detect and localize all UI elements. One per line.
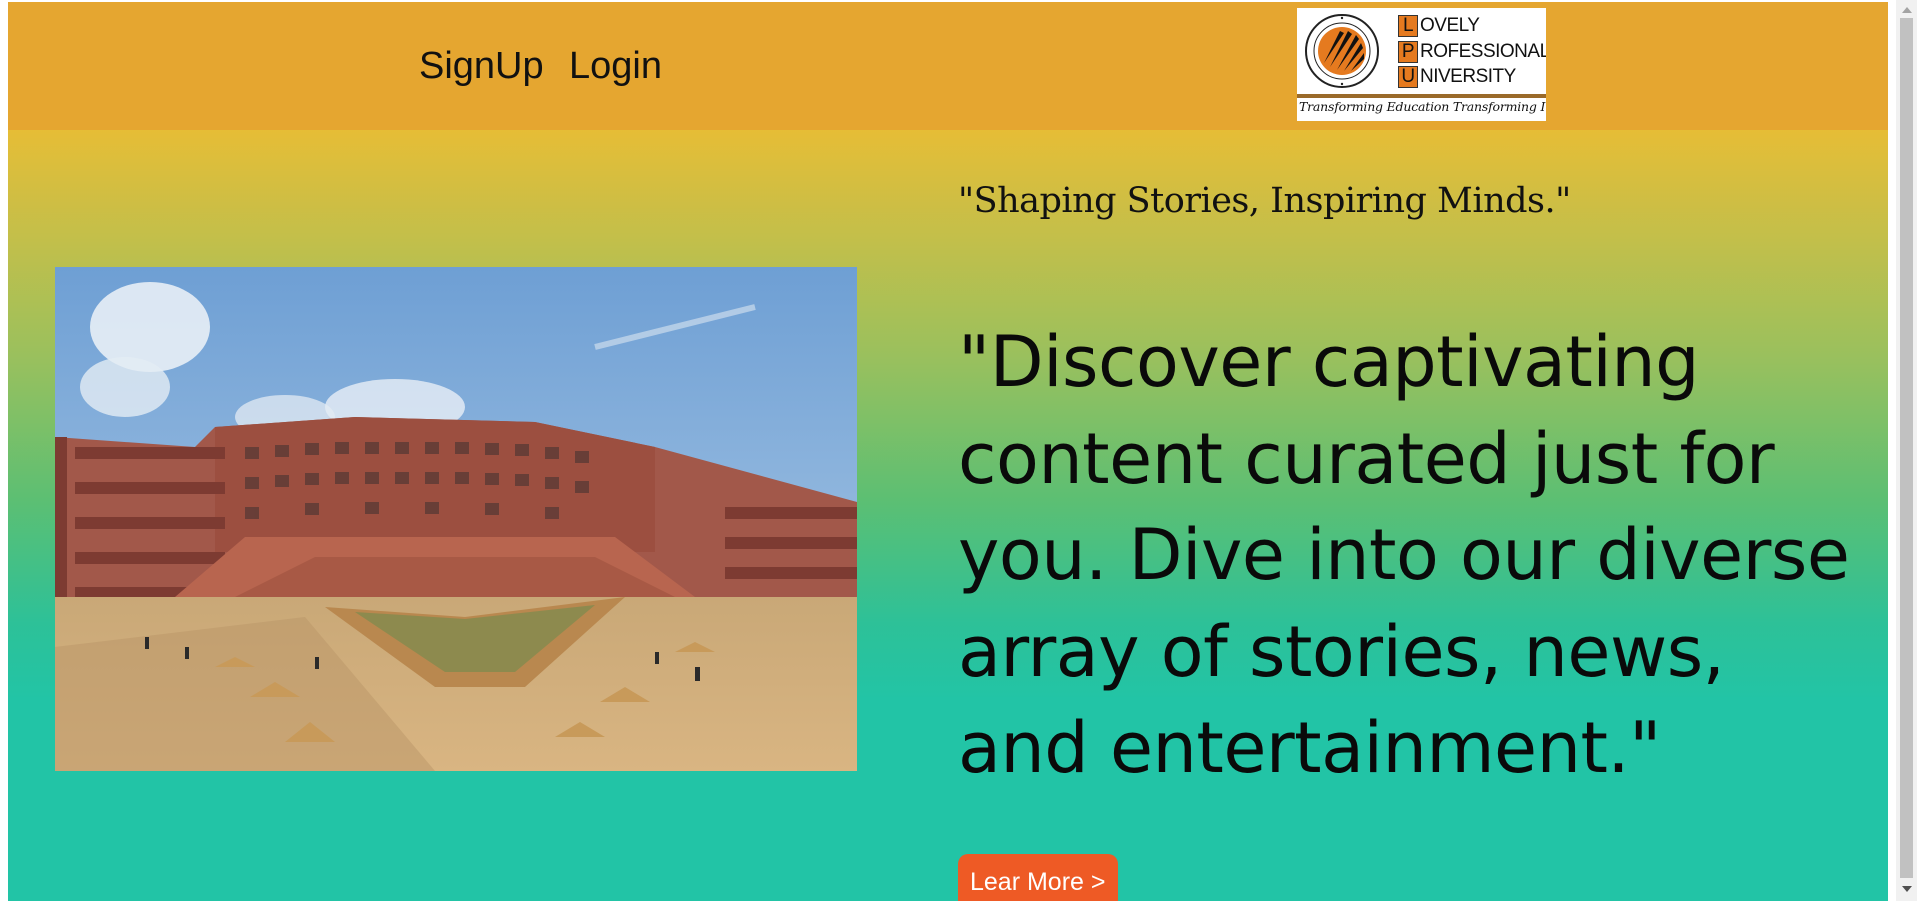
logo-initial-u: U	[1398, 66, 1418, 88]
tagline-quote: "Shaping Stories, Inspiring Minds."	[958, 181, 1571, 221]
logo-line-university: U NIVERSITY	[1398, 65, 1516, 89]
logo-line-professional: P ROFESSIONAL	[1398, 40, 1546, 64]
signup-link[interactable]: SignUp	[419, 45, 544, 88]
logo-initial-l: L	[1398, 15, 1418, 37]
scroll-down-arrow-icon[interactable]	[1902, 886, 1912, 892]
university-seal-icon	[1305, 14, 1379, 88]
scroll-up-arrow-icon[interactable]	[1902, 7, 1912, 13]
vertical-scrollbar[interactable]	[1896, 0, 1917, 901]
hero-section: "Shaping Stories, Inspiring Minds." "Dis…	[8, 130, 1888, 901]
login-link[interactable]: Login	[569, 45, 662, 88]
logo-divider	[1297, 94, 1546, 98]
campus-photo	[55, 267, 857, 771]
hero-headline: "Discover captivating content curated ju…	[958, 321, 1850, 789]
navbar: SignUp Login L OVELY P ROFESSIONAL U NIV…	[8, 2, 1888, 130]
university-logo[interactable]: L OVELY P ROFESSIONAL U NIVERSITY Transform…	[1297, 8, 1546, 121]
logo-tagline: Transforming Education Transforming Indi…	[1299, 99, 1546, 114]
scrollbar-thumb[interactable]	[1900, 18, 1913, 878]
logo-initial-p: P	[1398, 41, 1418, 63]
logo-line-lovely: L OVELY	[1398, 14, 1480, 38]
learn-more-button[interactable]: Lear More >	[958, 854, 1118, 901]
page: SignUp Login L OVELY P ROFESSIONAL U NIV…	[8, 2, 1888, 901]
